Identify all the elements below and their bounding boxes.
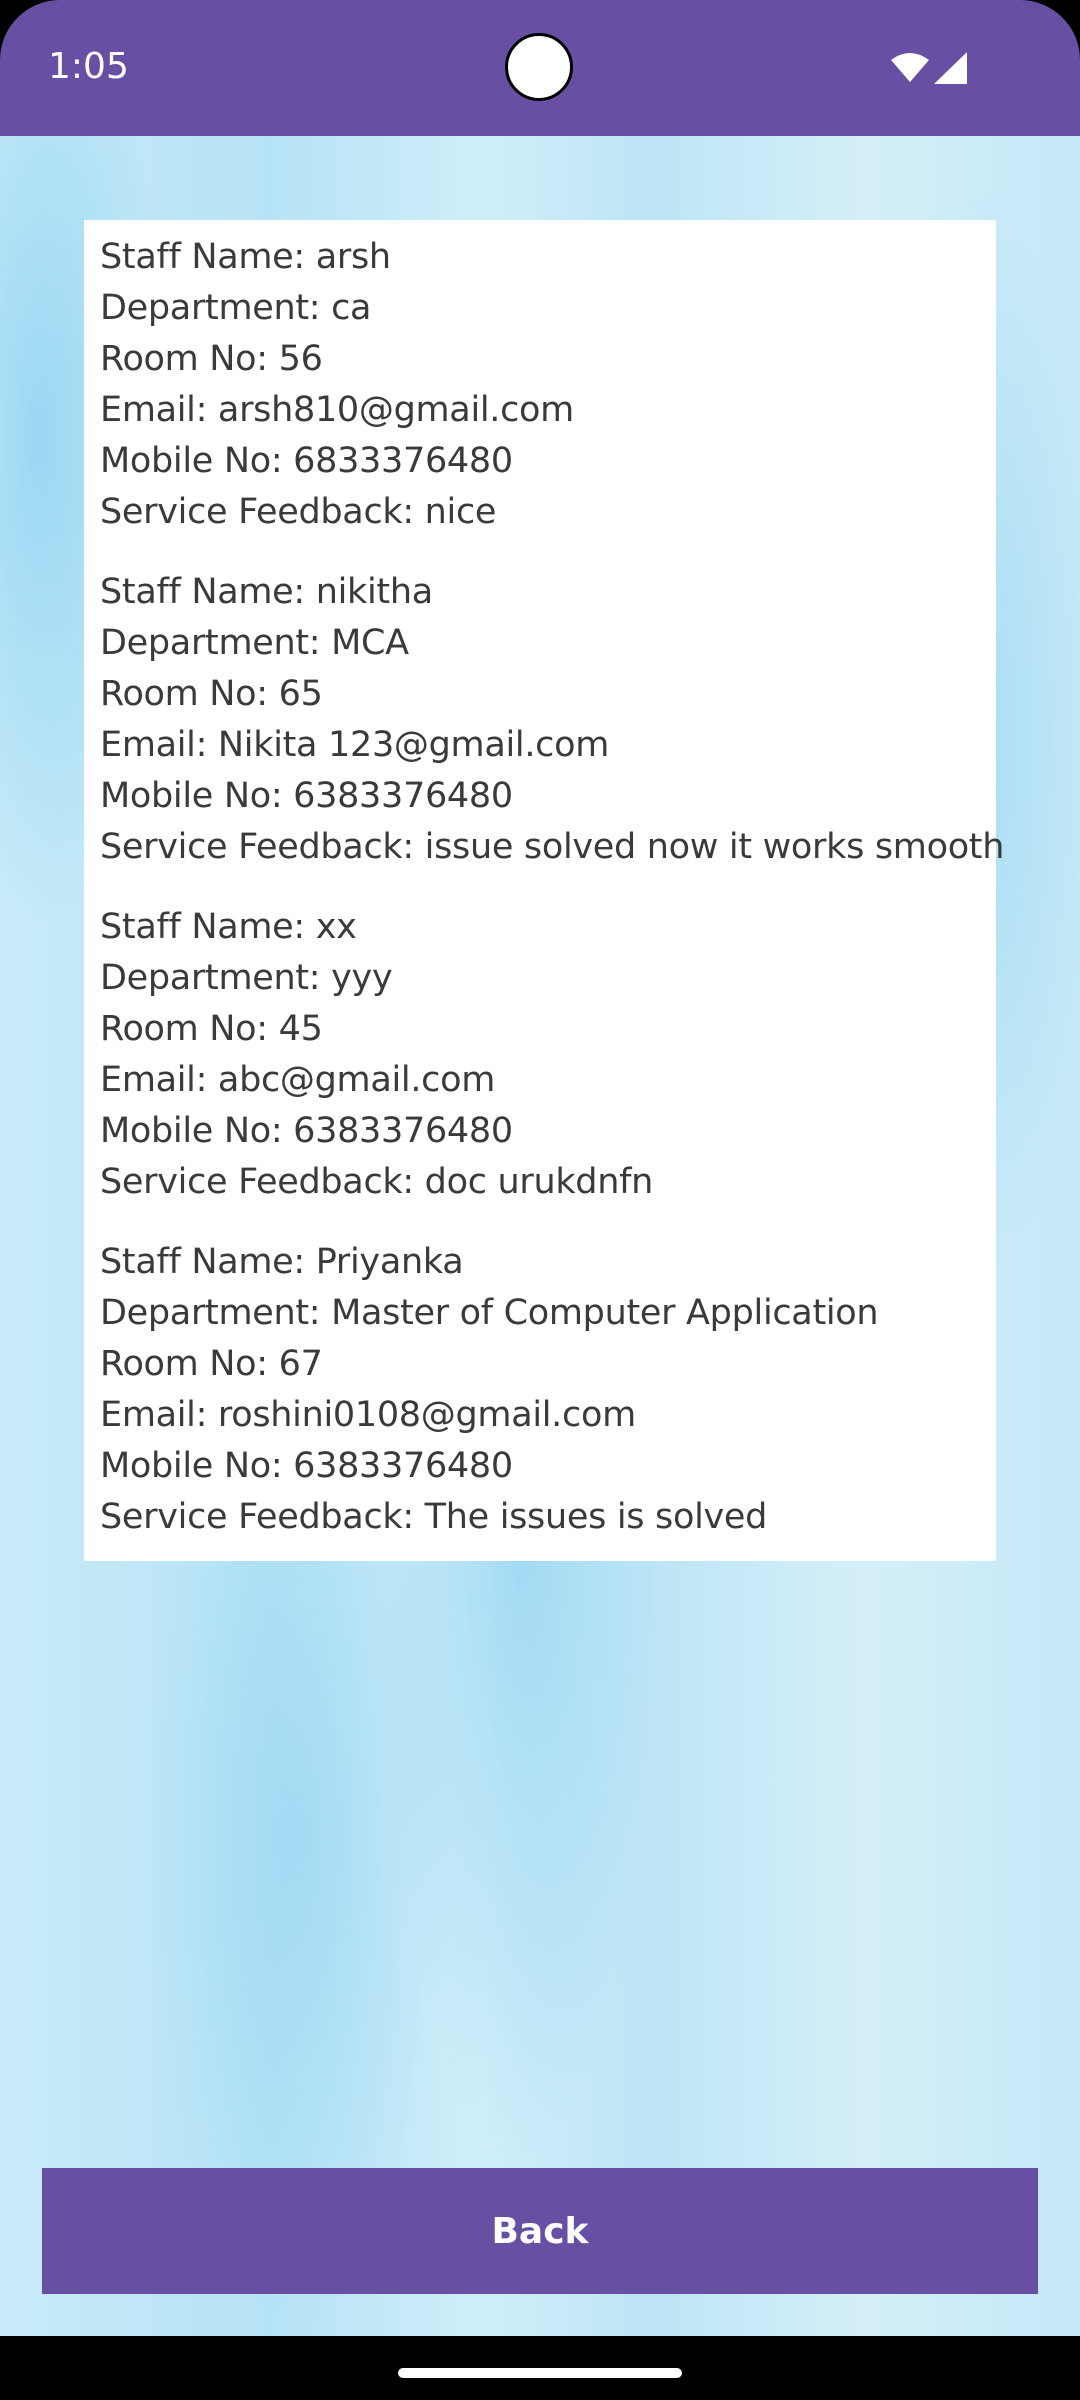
feedback-entry: Staff Name: xx Department: yyy Room No: …	[100, 902, 980, 1208]
status-bar: 1:05	[0, 0, 1080, 136]
feedback-entry: Staff Name: arsh Department: ca Room No:…	[100, 232, 980, 538]
service-feedback: Service Feedback: nice	[100, 492, 497, 532]
room-no: Room No: 65	[100, 674, 323, 714]
staff-name: Staff Name: nikitha	[100, 572, 433, 612]
department: Department: yyy	[100, 958, 393, 998]
feedback-entry: Staff Name: nikitha Department: MCA Room…	[100, 567, 1005, 873]
staff-name: Staff Name: Priyanka	[100, 1242, 464, 1282]
feedback-entry: Staff Name: Priyanka Department: Master …	[100, 1237, 980, 1543]
service-feedback: Service Feedback: The issues is solved	[100, 1497, 768, 1537]
home-indicator[interactable]	[398, 2368, 682, 2378]
service-feedback: Service Feedback: issue solved now it wo…	[100, 827, 1005, 867]
staff-name: Staff Name: xx	[100, 907, 357, 947]
camera-cutout	[505, 33, 573, 101]
signal-icon	[934, 52, 968, 89]
email: Email: Nikita 123@gmail.com	[100, 725, 610, 765]
status-time: 1:05	[48, 46, 129, 87]
department: Department: MCA	[100, 623, 409, 663]
email: Email: abc@gmail.com	[100, 1060, 496, 1100]
email: Email: arsh810@gmail.com	[100, 390, 574, 430]
back-button[interactable]: Back	[42, 2168, 1038, 2294]
wifi-icon	[890, 52, 930, 89]
mobile-no: Mobile No: 6383376480	[100, 1111, 513, 1151]
mobile-no: Mobile No: 6833376480	[100, 441, 513, 481]
department: Department: ca	[100, 288, 372, 328]
room-no: Room No: 45	[100, 1009, 323, 1049]
mobile-no: Mobile No: 6383376480	[100, 776, 513, 816]
feedback-list: Staff Name: arsh Department: ca Room No:…	[84, 220, 1005, 1561]
room-no: Room No: 56	[100, 339, 323, 379]
navigation-bar	[0, 2336, 1080, 2400]
mobile-no: Mobile No: 6383376480	[100, 1446, 513, 1486]
room-no: Room No: 67	[100, 1344, 323, 1384]
email: Email: roshini0108@gmail.com	[100, 1395, 636, 1435]
phone-screen: 1:05 Staff Name: arsh Department: ca Roo…	[0, 0, 1080, 2400]
content-area: Staff Name: arsh Department: ca Room No:…	[0, 136, 1080, 2336]
department: Department: Master of Computer Applicati…	[100, 1293, 879, 1333]
staff-name: Staff Name: arsh	[100, 237, 391, 277]
service-feedback: Service Feedback: doc urukdnfn	[100, 1162, 653, 1202]
